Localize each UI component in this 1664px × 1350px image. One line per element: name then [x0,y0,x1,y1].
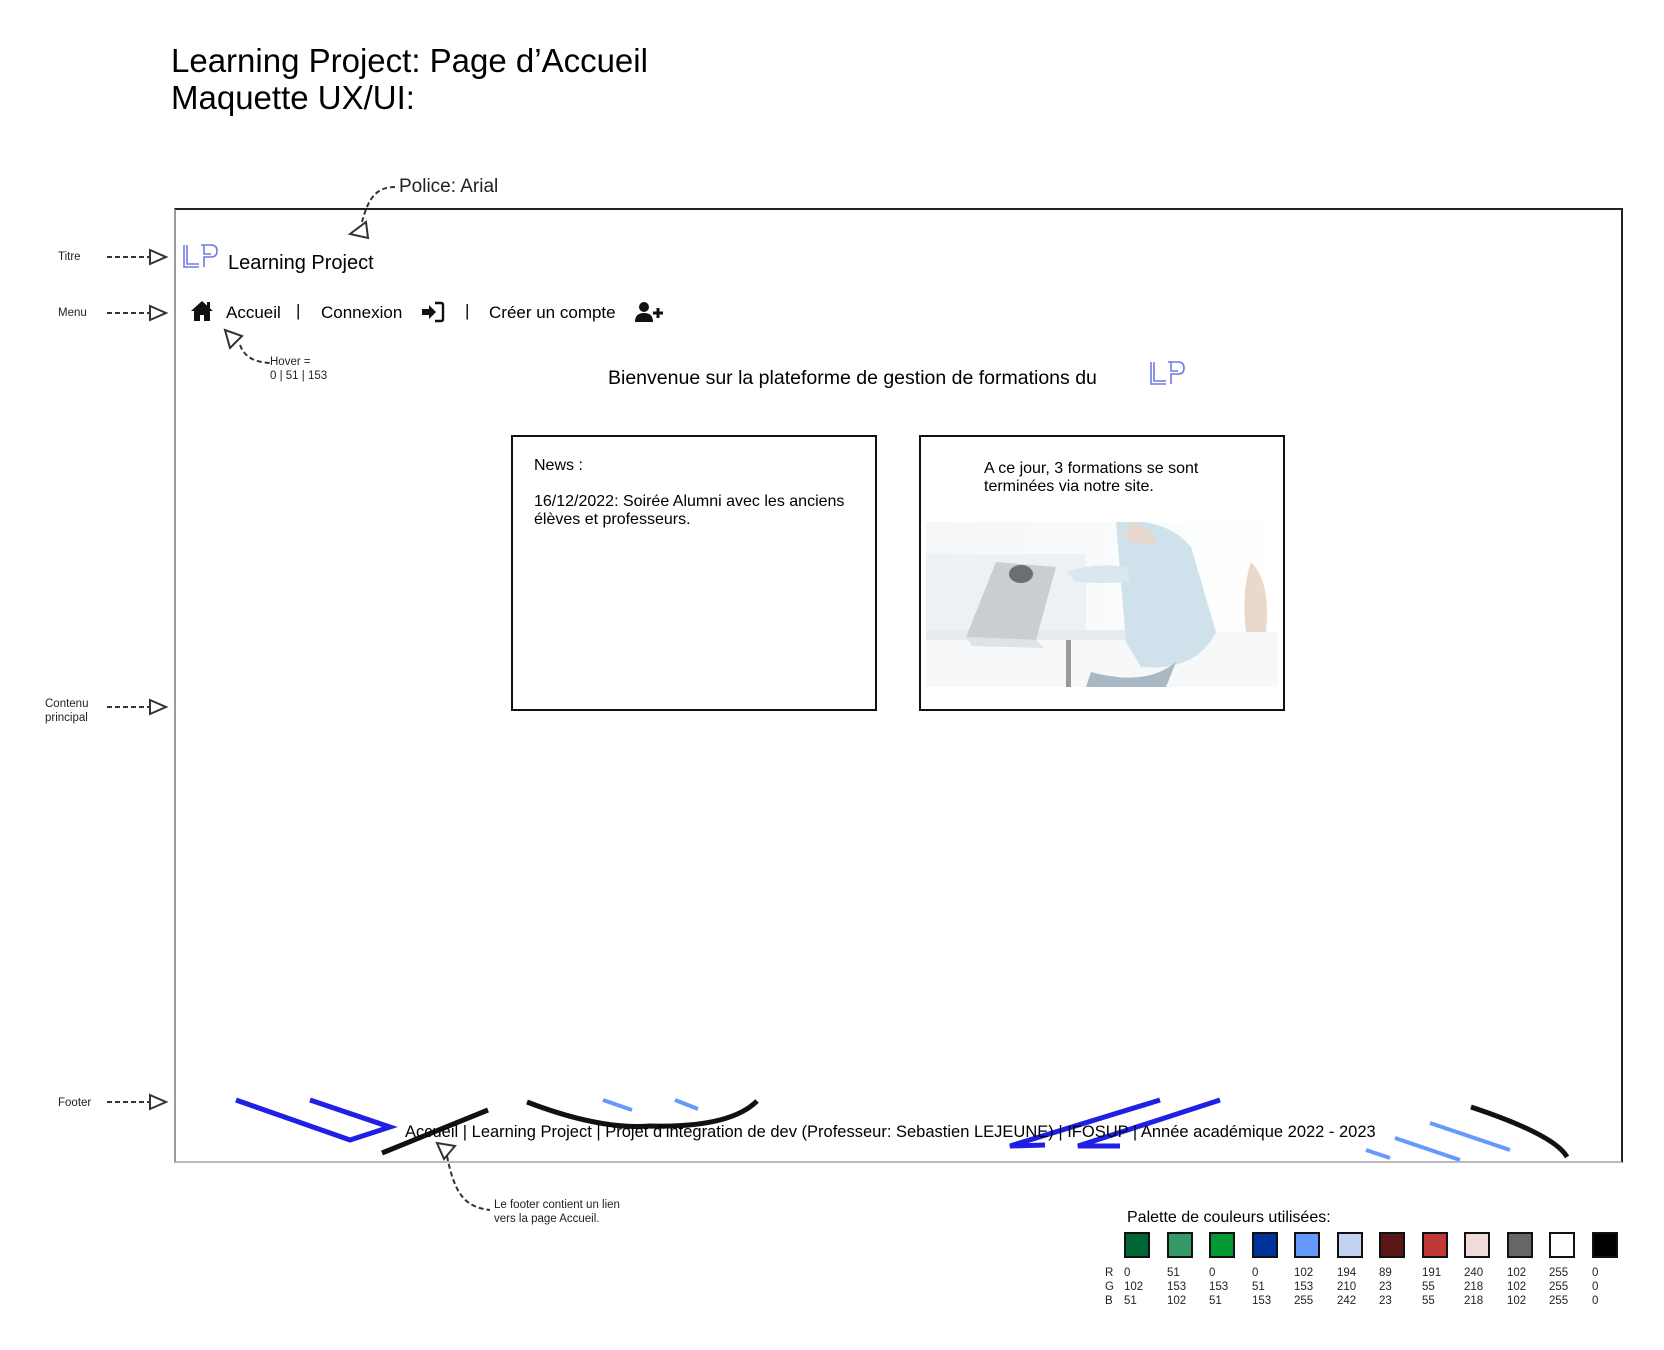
color-swatch [1124,1232,1150,1258]
color-value-g: 51 [1252,1281,1265,1293]
color-value-g: 153 [1209,1281,1229,1293]
color-value-b: 242 [1337,1295,1357,1307]
color-value-r: 255 [1549,1267,1569,1279]
color-value-r: 0 [1209,1267,1216,1279]
color-value-g: 210 [1337,1281,1357,1293]
color-value-r: 102 [1507,1267,1527,1279]
color-value-b: 55 [1422,1295,1435,1307]
color-swatch [1337,1232,1363,1258]
color-value-g: 153 [1167,1281,1187,1293]
color-swatch [1592,1232,1618,1258]
color-value-r: 0 [1124,1267,1131,1279]
palette-label-g: G [1105,1281,1114,1293]
color-value-r: 240 [1464,1267,1484,1279]
footer-annotation-line1: Le footer contient un lien [494,1199,620,1211]
footer-decoration [235,1097,1570,1162]
color-value-g: 102 [1507,1281,1527,1293]
color-swatch [1422,1232,1448,1258]
color-swatch [1167,1232,1193,1258]
color-value-b: 0 [1592,1295,1599,1307]
color-swatch [1464,1232,1490,1258]
color-value-b: 102 [1167,1295,1187,1307]
color-value-r: 191 [1422,1267,1442,1279]
color-value-r: 89 [1379,1267,1392,1279]
footer-annotation: Le footer contient un lien vers la page … [494,1198,620,1226]
color-swatch [1549,1232,1575,1258]
color-value-b: 23 [1379,1295,1392,1307]
color-value-b: 51 [1209,1295,1222,1307]
color-value-g: 218 [1464,1281,1484,1293]
color-value-g: 23 [1379,1281,1392,1293]
palette-row-labels: R G B [1105,1266,1114,1308]
color-value-b: 51 [1124,1295,1137,1307]
color-swatch [1294,1232,1320,1258]
color-value-b: 255 [1294,1295,1314,1307]
color-swatch [1379,1232,1405,1258]
color-value-r: 194 [1337,1267,1357,1279]
color-value-b: 218 [1464,1295,1484,1307]
footer-annotation-line2: vers la page Accueil. [494,1213,600,1225]
footer-links[interactable]: Accueil | Learning Project | Projet d’in… [405,1123,1376,1142]
color-swatch [1209,1232,1235,1258]
palette-label-b: B [1105,1295,1113,1307]
color-value-b: 153 [1252,1295,1272,1307]
color-value-r: 51 [1167,1267,1180,1279]
color-value-r: 102 [1294,1267,1314,1279]
palette-title: Palette de couleurs utilisées: [1127,1209,1331,1226]
color-value-r: 0 [1252,1267,1259,1279]
color-value-b: 102 [1507,1295,1527,1307]
color-value-g: 153 [1294,1281,1314,1293]
color-value-r: 0 [1592,1267,1599,1279]
color-swatch [1507,1232,1533,1258]
palette-label-r: R [1105,1267,1114,1279]
color-value-g: 255 [1549,1281,1569,1293]
color-value-b: 255 [1549,1295,1569,1307]
color-value-g: 0 [1592,1281,1599,1293]
color-swatch [1252,1232,1278,1258]
color-value-g: 55 [1422,1281,1435,1293]
color-value-g: 102 [1124,1281,1144,1293]
